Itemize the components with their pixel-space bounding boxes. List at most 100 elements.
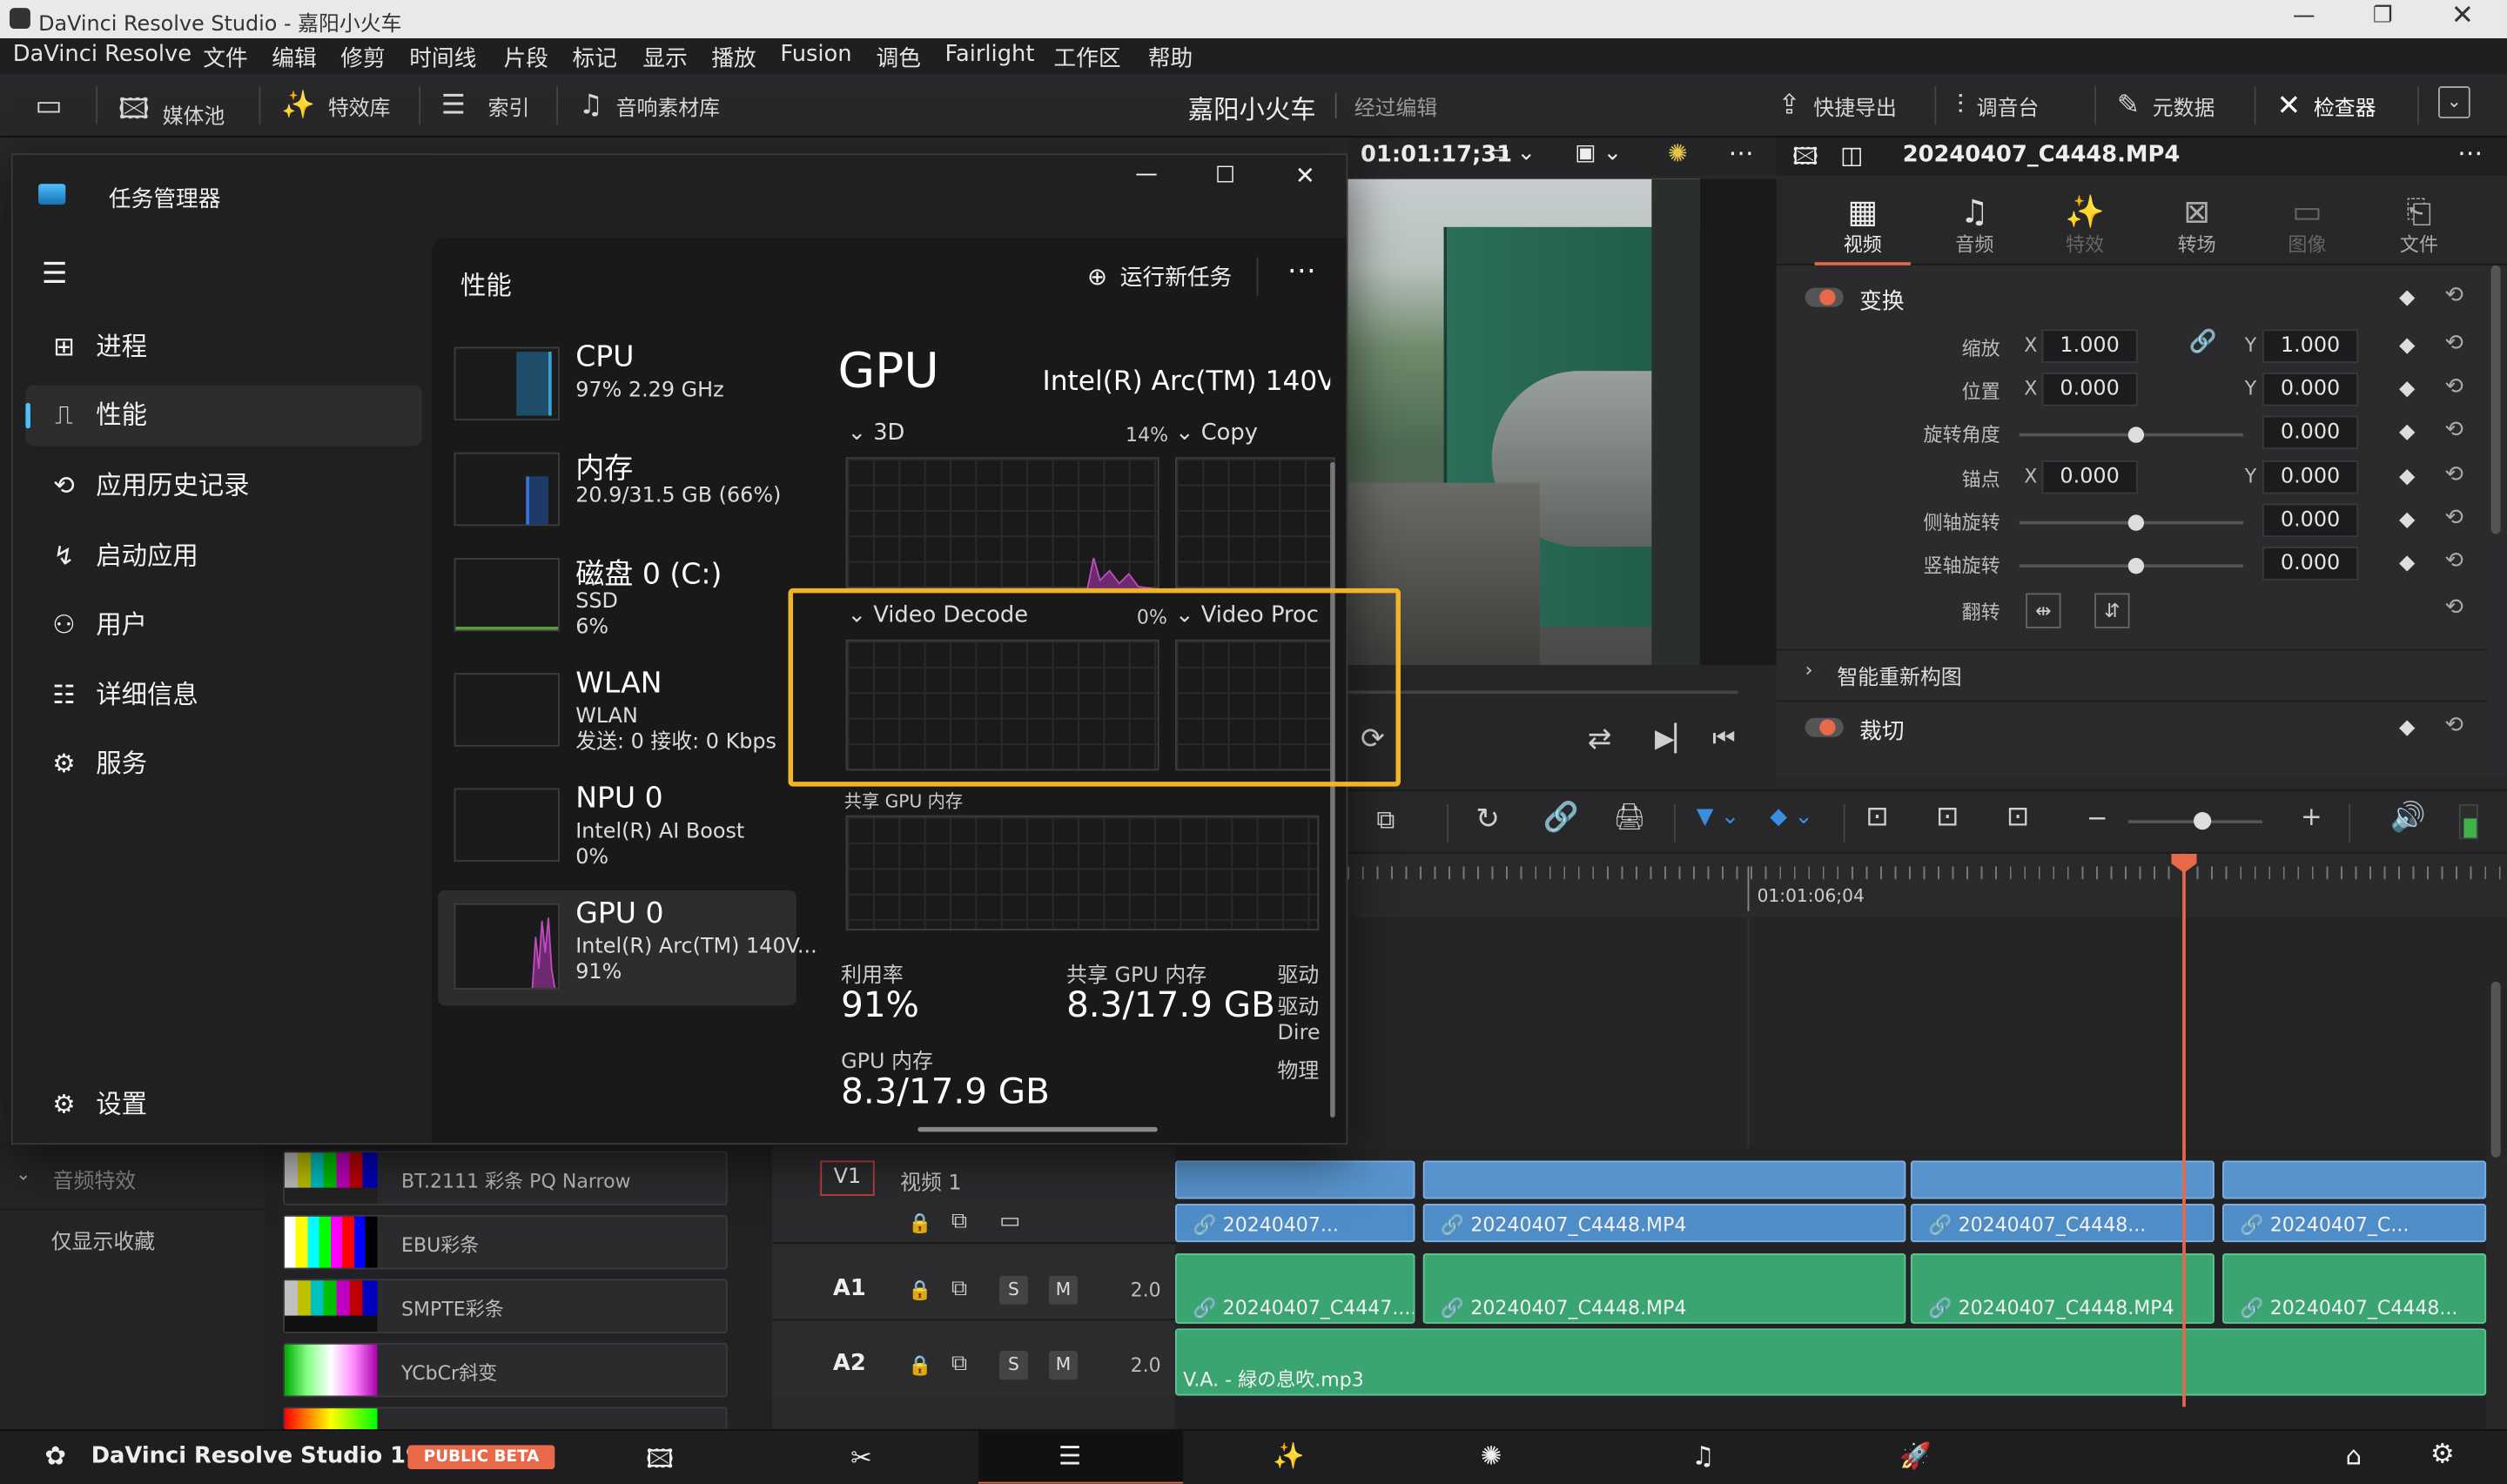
loop-play-icon[interactable]: ⇄	[1588, 722, 1612, 756]
video-clip-thumb[interactable]	[1910, 1160, 2215, 1199]
nav-services[interactable]: ⚙ 服务	[25, 734, 422, 795]
solo-button[interactable]: S	[998, 1275, 1029, 1305]
marker-icon[interactable]: ◆ ⌄	[1770, 804, 1813, 829]
effects-library-button[interactable]: ✨ 特效库	[281, 90, 390, 122]
auto-select-icon[interactable]: ⧉	[951, 1351, 967, 1376]
zoom-in-icon[interactable]: +	[2301, 801, 2322, 831]
link-icon[interactable]: 🔗	[1543, 801, 1578, 835]
close-button[interactable]: ✕	[2451, 0, 2474, 32]
device-cpu[interactable]: CPU 97% 2.29 GHz	[438, 334, 796, 437]
lock-icon[interactable]: 🖨	[1613, 801, 1645, 831]
audio-clip[interactable]: 🔗 20240407_C4447....	[1174, 1252, 1415, 1324]
crop-toggle[interactable]	[1805, 717, 1844, 737]
track-v1-label[interactable]: V1	[820, 1160, 875, 1196]
zoom-slider-handle[interactable]	[2193, 812, 2212, 830]
inspector-button[interactable]: ✕ 检查器	[2277, 90, 2376, 124]
next-frame-icon[interactable]: ▶▏	[1655, 722, 1694, 753]
pitch-field[interactable]: 0.000	[2262, 503, 2359, 538]
tm-minimize-button[interactable]: —	[1135, 162, 1158, 187]
menu-fusion[interactable]: Fusion	[780, 42, 851, 67]
restore-button[interactable]: ❐	[2373, 3, 2393, 29]
zoom-x-field[interactable]: 1.000	[2041, 329, 2138, 363]
effect-item[interactable]: YCbCr斜变	[283, 1342, 728, 1398]
menu-file[interactable]: 文件	[203, 42, 247, 74]
effect-item[interactable]: EBU彩条	[283, 1214, 728, 1270]
reset-icon[interactable]: ⟲	[2444, 374, 2463, 400]
chevron-down-icon[interactable]: ⌄	[16, 1164, 30, 1185]
mute-button[interactable]: M	[1048, 1351, 1078, 1380]
device-npu[interactable]: NPU 0 Intel(R) AI Boost 0%	[438, 776, 796, 878]
yaw-slider-handle[interactable]	[2127, 558, 2145, 574]
tm-horizontal-scrollbar[interactable]	[917, 1126, 1158, 1132]
zoom-out-icon[interactable]: −	[2087, 802, 2108, 833]
mute-button[interactable]: M	[1048, 1275, 1078, 1305]
audio-clip[interactable]: 🔗 20240407_C4448...	[2222, 1252, 2487, 1324]
reset-icon[interactable]: ⟲	[2444, 462, 2463, 487]
tab-audio[interactable]: ♫ 音频	[1926, 191, 2022, 257]
menu-edit[interactable]: 编辑	[272, 42, 316, 74]
tm-maximize-button[interactable]: ☐	[1215, 163, 1235, 188]
solo-button[interactable]: S	[998, 1351, 1029, 1380]
anchor-y-field[interactable]: 0.000	[2262, 460, 2359, 494]
video-clip-thumb[interactable]	[1422, 1160, 1906, 1199]
nav-details[interactable]: ☷ 详细信息	[25, 665, 422, 726]
run-new-task-button[interactable]: ⊕ 运行新任务	[1087, 260, 1232, 292]
nav-startup-apps[interactable]: ↯ 启动应用	[25, 526, 422, 587]
lock-icon[interactable]: 🔒	[908, 1279, 931, 1301]
track-v1-name[interactable]: 视频 1	[900, 1165, 962, 1196]
prev-clip-icon[interactable]: ⏮	[1712, 722, 1735, 755]
color-page-icon[interactable]: ✺	[1481, 1440, 1502, 1471]
audio-clip[interactable]: 🔗 20240407_C4448.MP4	[1422, 1252, 1906, 1324]
home-icon[interactable]: ⌂	[2345, 1440, 2362, 1471]
reset-icon[interactable]: ⟲	[2444, 417, 2463, 442]
sound-library-button[interactable]: ♫ 音响素材库	[579, 90, 720, 122]
nav-settings[interactable]: ⚙ 设置	[25, 1074, 422, 1135]
render-cache-icon[interactable]: ▣ ⌄	[1575, 141, 1622, 166]
edit-page-tab[interactable]: ☰	[978, 1430, 1184, 1484]
keyframe-icon[interactable]	[2399, 555, 2416, 572]
reset-icon[interactable]: ⟲	[2444, 505, 2463, 530]
keyframe-icon[interactable]	[2399, 381, 2416, 398]
quick-export-button[interactable]: ⇪ 快捷导出	[1778, 90, 1896, 122]
more-options-icon[interactable]: ⋯	[1287, 254, 1316, 288]
yaw-field[interactable]: 0.000	[2262, 547, 2359, 581]
nav-performance[interactable]: ⎍ 性能	[25, 385, 422, 447]
speaker-icon[interactable]: 🔊	[2390, 801, 2426, 835]
snapping-icon[interactable]: ↻	[1475, 802, 1500, 836]
track-a2-label[interactable]: A2	[833, 1351, 866, 1376]
device-wlan[interactable]: WLAN WLAN 发送: 0 接收: 0 Kbps	[438, 661, 796, 763]
tm-vertical-scrollbar[interactable]	[1330, 461, 1335, 1118]
zoom-custom-icon[interactable]: ⊡	[2006, 801, 2029, 833]
engine-3d-dropdown[interactable]: ⌄ 3D	[847, 420, 904, 446]
transform-toggle[interactable]	[1805, 287, 1844, 307]
auto-select-icon[interactable]: ⧉	[951, 1276, 967, 1301]
settings-icon[interactable]: ⚙	[2430, 1439, 2455, 1471]
inspector-scrollbar[interactable]	[2490, 265, 2501, 534]
keyframe-icon[interactable]	[2399, 424, 2416, 440]
tm-close-button[interactable]: ✕	[1295, 162, 1315, 191]
video-clip-thumb[interactable]	[1174, 1160, 1415, 1199]
menu-playback[interactable]: 播放	[711, 42, 756, 74]
nav-users[interactable]: ⚇ 用户	[25, 594, 422, 655]
menu-mark[interactable]: 标记	[573, 42, 617, 74]
position-x-field[interactable]: 0.000	[2041, 372, 2138, 406]
link-icon[interactable]: 🔗	[2188, 329, 2216, 354]
keyframe-icon[interactable]	[2399, 338, 2416, 354]
inspector-more-icon[interactable]: ⋯	[2457, 138, 2483, 168]
timeline-empty-area[interactable]	[1348, 917, 2507, 1158]
menu-workspace[interactable]: 工作区	[1053, 42, 1120, 74]
anchor-x-field[interactable]: 0.000	[2041, 460, 2138, 494]
menu-help[interactable]: 帮助	[1148, 42, 1193, 74]
keyframe-icon[interactable]	[2399, 469, 2416, 486]
menu-trim[interactable]: 修剪	[340, 42, 385, 74]
mixer-button[interactable]: ⫶ 调音台	[1957, 90, 2039, 122]
disable-track-icon[interactable]: ▭	[999, 1209, 1020, 1234]
position-y-field[interactable]: 0.000	[2262, 372, 2359, 406]
media-page-icon[interactable]: 🖾	[646, 1442, 674, 1484]
tab-file[interactable]: ⎗ 文件	[2371, 191, 2467, 257]
timeline-ruler[interactable]: 01:01:06;04	[1348, 853, 2507, 918]
device-disk[interactable]: 磁盘 0 (C:) SSD 6%	[438, 545, 796, 648]
tab-effects[interactable]: ✨ 特效	[2037, 191, 2133, 257]
cut-page-icon[interactable]: ✂	[850, 1442, 872, 1473]
zoom-full-icon[interactable]: ⊡	[1865, 801, 1888, 833]
